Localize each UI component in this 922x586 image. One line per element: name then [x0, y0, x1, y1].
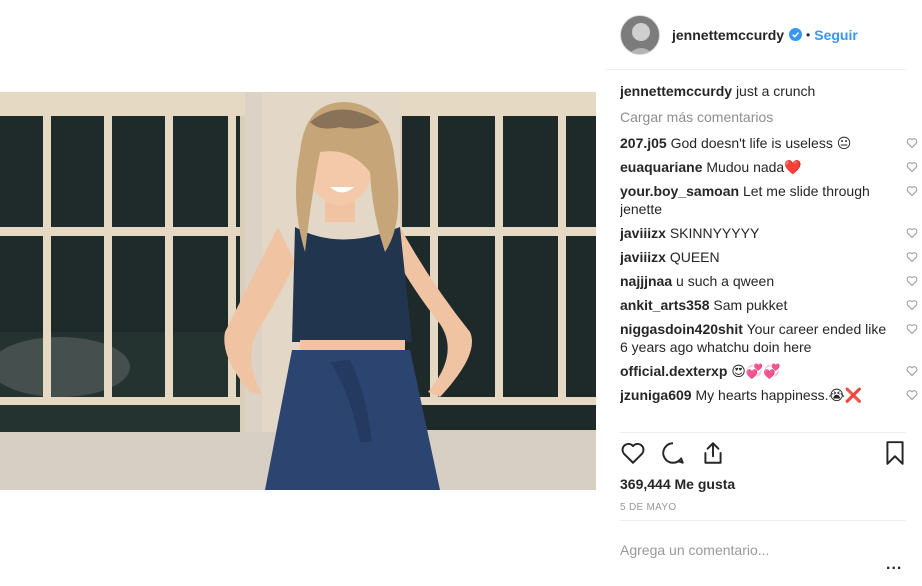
comments-list[interactable]: jennettemccurdy just a crunch Cargar más…	[620, 80, 920, 432]
comment-like-icon[interactable]	[906, 299, 918, 311]
post-photo[interactable]	[0, 92, 596, 490]
comment-item: your.boy_samoan Let me slide through jen…	[620, 182, 920, 218]
follow-button[interactable]: Seguir	[814, 27, 858, 43]
add-comment-input[interactable]	[620, 536, 870, 564]
comment-like-icon[interactable]	[906, 275, 918, 287]
header-username[interactable]: jennettemccurdy	[672, 27, 784, 43]
comment-like-icon[interactable]	[906, 323, 918, 335]
comment-text: Sam pukket	[713, 297, 788, 313]
comment-text: 😍💞💞	[731, 363, 781, 379]
post-photo-illustration	[0, 92, 596, 490]
comment-item: najjjnaa u such a qween	[620, 272, 920, 290]
caption-text: just a crunch	[735, 83, 816, 99]
comment-like-icon[interactable]	[906, 227, 918, 239]
comment-username[interactable]: jzuniga609	[620, 387, 692, 403]
comment-username[interactable]: official.dexterxp	[620, 363, 727, 379]
comment-item: javiiizx SKINNYYYYY	[620, 224, 920, 242]
comment-like-icon[interactable]	[906, 161, 918, 173]
load-more-comments-button[interactable]: Cargar más comentarios	[620, 108, 920, 126]
comment-like-icon[interactable]	[906, 137, 918, 149]
comment-username[interactable]: niggasdoin420shit	[620, 321, 743, 337]
post-caption: jennettemccurdy just a crunch	[620, 82, 920, 100]
avatar[interactable]	[620, 14, 660, 55]
verified-badge-icon	[789, 28, 803, 41]
comment-username[interactable]: javiiizx	[620, 249, 666, 265]
bookmark-icon[interactable]	[882, 440, 908, 466]
heart-icon[interactable]	[620, 440, 646, 466]
comment-text: SKINNYYYYY	[669, 225, 760, 241]
divider	[620, 520, 906, 521]
post-sidebar: jennettemccurdy • Seguir jennettemccurdy…	[606, 0, 922, 586]
comment-text: QUEEN	[669, 249, 720, 265]
comment-username[interactable]: your.boy_samoan	[620, 183, 739, 199]
likes-count[interactable]: 369,444 Me gusta	[620, 476, 735, 492]
comment-item: niggasdoin420shit Your career ended like…	[620, 320, 920, 356]
comment-item: javiiizx QUEEN	[620, 248, 920, 266]
comment-like-icon[interactable]	[906, 251, 918, 263]
post-header: jennettemccurdy • Seguir	[606, 0, 906, 70]
comment-bubble-icon[interactable]	[660, 440, 686, 466]
comment-text: God doesn't life is useless 😐	[670, 135, 852, 151]
divider	[620, 432, 906, 433]
post-date[interactable]: 5 DE MAYO	[620, 502, 676, 513]
comment-item: euaquariane Mudou nada❤️	[620, 158, 920, 176]
post-actions	[620, 440, 906, 470]
comment-text: My hearts happiness.😭❌	[695, 387, 863, 403]
separator-dot: •	[806, 27, 811, 42]
comment-username[interactable]: ankit_arts358	[620, 297, 710, 313]
comment-like-icon[interactable]	[906, 389, 918, 401]
comment-username[interactable]: javiiizx	[620, 225, 666, 241]
avatar-image	[621, 15, 659, 54]
comment-username[interactable]: 207.j05	[620, 135, 667, 151]
comment-item: 207.j05 God doesn't life is useless 😐	[620, 134, 920, 152]
comment-item: jzuniga609 My hearts happiness.😭❌	[620, 386, 920, 404]
share-icon[interactable]	[700, 440, 726, 466]
more-options-icon[interactable]: ...	[886, 556, 902, 574]
comment-username[interactable]: najjjnaa	[620, 273, 672, 289]
comment-item: ankit_arts358 Sam pukket	[620, 296, 920, 314]
comment-username[interactable]: euaquariane	[620, 159, 702, 175]
comment-text: u such a qween	[676, 273, 775, 289]
comment-like-icon[interactable]	[906, 185, 918, 197]
caption-username[interactable]: jennettemccurdy	[620, 83, 732, 99]
comment-item: official.dexterxp 😍💞💞	[620, 362, 920, 380]
comment-like-icon[interactable]	[906, 365, 918, 377]
comment-text: Mudou nada❤️	[706, 159, 802, 175]
